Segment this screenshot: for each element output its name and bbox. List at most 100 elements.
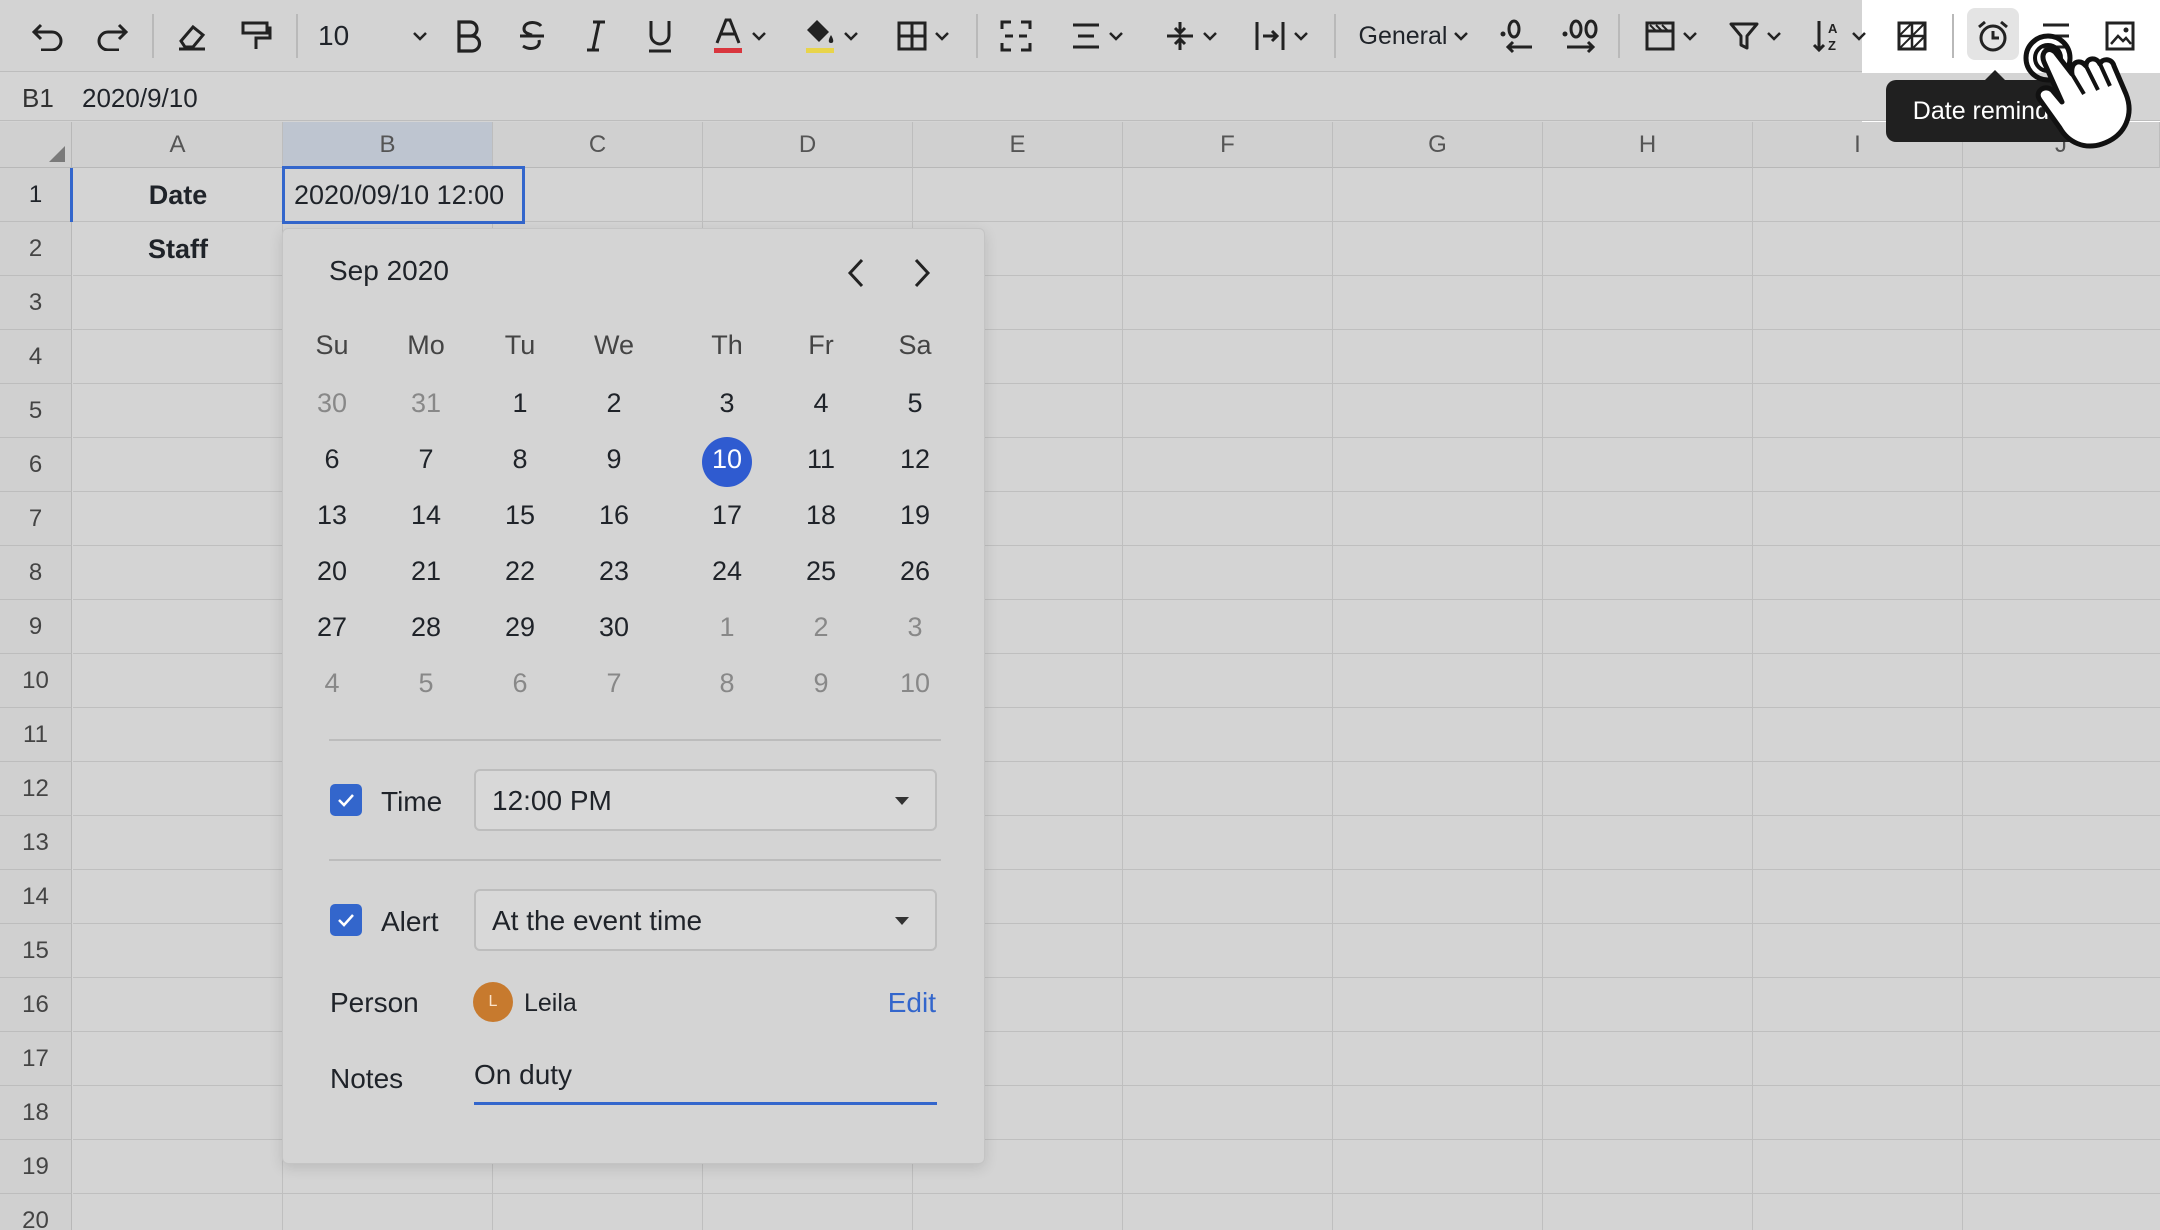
calendar-day[interactable]: 9 bbox=[786, 668, 856, 699]
row-header[interactable]: 7 bbox=[0, 492, 72, 546]
calendar-day[interactable]: 25 bbox=[786, 556, 856, 587]
row-header[interactable]: 19 bbox=[0, 1140, 72, 1194]
prev-month-button[interactable] bbox=[836, 253, 876, 293]
font-color-button[interactable] bbox=[704, 10, 774, 62]
undo-button[interactable] bbox=[28, 10, 68, 62]
sort-button[interactable]: AZ bbox=[1804, 10, 1874, 62]
cell-a2[interactable]: Staff bbox=[73, 234, 283, 265]
calendar-day[interactable]: 10 bbox=[880, 668, 950, 699]
filter-button[interactable] bbox=[1720, 10, 1790, 62]
date-reminder-button[interactable] bbox=[1972, 10, 2014, 62]
next-month-button[interactable] bbox=[902, 253, 942, 293]
alert-checkbox[interactable] bbox=[330, 904, 362, 936]
row-header[interactable]: 5 bbox=[0, 384, 72, 438]
strikethrough-button[interactable] bbox=[512, 10, 552, 62]
calendar-day[interactable]: 17 bbox=[692, 500, 762, 531]
calendar-day[interactable]: 27 bbox=[297, 612, 367, 643]
calendar-day[interactable]: 7 bbox=[391, 444, 461, 475]
column-header-f[interactable]: F bbox=[1123, 122, 1333, 168]
increase-decimal-button[interactable] bbox=[1560, 10, 1600, 62]
formula-input[interactable]: 2020/9/10 bbox=[82, 83, 198, 114]
calendar-day[interactable]: 8 bbox=[485, 444, 555, 475]
calendar-day[interactable]: 14 bbox=[391, 500, 461, 531]
calendar-day[interactable]: 28 bbox=[391, 612, 461, 643]
calendar-day[interactable]: 8 bbox=[692, 668, 762, 699]
calendar-day[interactable]: 6 bbox=[297, 444, 367, 475]
calendar-day[interactable]: 3 bbox=[880, 612, 950, 643]
row-header[interactable]: 14 bbox=[0, 870, 72, 924]
underline-button[interactable] bbox=[640, 10, 680, 62]
number-format-select[interactable]: General bbox=[1354, 10, 1474, 62]
calendar-day[interactable]: 23 bbox=[579, 556, 649, 587]
bold-button[interactable] bbox=[448, 10, 488, 62]
column-header-b[interactable]: B bbox=[283, 122, 493, 168]
column-header-e[interactable]: E bbox=[913, 122, 1123, 168]
calendar-day[interactable]: 1 bbox=[485, 388, 555, 419]
time-checkbox[interactable] bbox=[330, 784, 362, 816]
calendar-day[interactable]: 19 bbox=[880, 500, 950, 531]
calendar-day[interactable]: 4 bbox=[786, 388, 856, 419]
row-header[interactable]: 16 bbox=[0, 978, 72, 1032]
calendar-day[interactable]: 11 bbox=[786, 444, 856, 475]
calendar-day[interactable]: 2 bbox=[579, 388, 649, 419]
calendar-day[interactable]: 13 bbox=[297, 500, 367, 531]
calendar-day[interactable]: 2 bbox=[786, 612, 856, 643]
vertical-align-button[interactable] bbox=[1156, 10, 1226, 62]
clear-format-button[interactable] bbox=[172, 10, 212, 62]
calendar-day[interactable]: 3 bbox=[692, 388, 762, 419]
column-header-g[interactable]: G bbox=[1333, 122, 1543, 168]
row-header[interactable]: 10 bbox=[0, 654, 72, 708]
decrease-decimal-button[interactable] bbox=[1496, 10, 1536, 62]
column-header-h[interactable]: H bbox=[1543, 122, 1753, 168]
calendar-day[interactable]: 31 bbox=[391, 388, 461, 419]
calendar-day[interactable]: 9 bbox=[579, 444, 649, 475]
row-header[interactable]: 18 bbox=[0, 1086, 72, 1140]
row-header[interactable]: 4 bbox=[0, 330, 72, 384]
select-all-corner[interactable] bbox=[0, 122, 72, 168]
time-select[interactable]: 12:00 PM bbox=[474, 769, 937, 831]
calendar-day[interactable]: 15 bbox=[485, 500, 555, 531]
row-header[interactable]: 17 bbox=[0, 1032, 72, 1086]
column-header-d[interactable]: D bbox=[703, 122, 913, 168]
calendar-day[interactable]: 20 bbox=[297, 556, 367, 587]
row-header[interactable]: 9 bbox=[0, 600, 72, 654]
conditional-format-button[interactable] bbox=[1892, 10, 1932, 62]
notes-input[interactable]: On duty bbox=[474, 1057, 937, 1105]
freeze-panes-button[interactable] bbox=[1636, 10, 1706, 62]
format-painter-button[interactable] bbox=[236, 10, 276, 62]
calendar-day[interactable]: 6 bbox=[485, 668, 555, 699]
calendar-day-selected[interactable]: 10 bbox=[692, 444, 762, 475]
row-header[interactable]: 3 bbox=[0, 276, 72, 330]
font-size-select[interactable]: 10 bbox=[318, 10, 428, 62]
calendar-day[interactable]: 16 bbox=[579, 500, 649, 531]
calendar-day[interactable]: 24 bbox=[692, 556, 762, 587]
borders-button[interactable] bbox=[888, 10, 958, 62]
calendar-day[interactable]: 7 bbox=[579, 668, 649, 699]
calendar-day[interactable]: 4 bbox=[297, 668, 367, 699]
calendar-day[interactable]: 30 bbox=[297, 388, 367, 419]
row-header[interactable]: 6 bbox=[0, 438, 72, 492]
row-header[interactable]: 11 bbox=[0, 708, 72, 762]
cell-reference[interactable]: B1 bbox=[22, 83, 54, 114]
calendar-day[interactable]: 22 bbox=[485, 556, 555, 587]
horizontal-align-button[interactable] bbox=[1062, 10, 1132, 62]
alert-select[interactable]: At the event time bbox=[474, 889, 937, 951]
row-header[interactable]: 13 bbox=[0, 816, 72, 870]
row-header[interactable]: 2 bbox=[0, 222, 72, 276]
row-header[interactable]: 1 bbox=[0, 168, 72, 222]
row-header[interactable]: 15 bbox=[0, 924, 72, 978]
column-header-c[interactable]: C bbox=[493, 122, 703, 168]
row-header[interactable]: 8 bbox=[0, 546, 72, 600]
calendar-day[interactable]: 5 bbox=[880, 388, 950, 419]
calendar-day[interactable]: 21 bbox=[391, 556, 461, 587]
cell-a1[interactable]: Date bbox=[73, 180, 283, 211]
edit-person-link[interactable]: Edit bbox=[888, 987, 936, 1019]
text-wrap-button[interactable] bbox=[1246, 10, 1316, 62]
row-header[interactable]: 20 bbox=[0, 1194, 72, 1230]
calendar-day[interactable]: 12 bbox=[880, 444, 950, 475]
italic-button[interactable] bbox=[576, 10, 616, 62]
column-header-a[interactable]: A bbox=[73, 122, 283, 168]
calendar-day[interactable]: 18 bbox=[786, 500, 856, 531]
row-header[interactable]: 12 bbox=[0, 762, 72, 816]
merge-cells-button[interactable] bbox=[996, 10, 1036, 62]
